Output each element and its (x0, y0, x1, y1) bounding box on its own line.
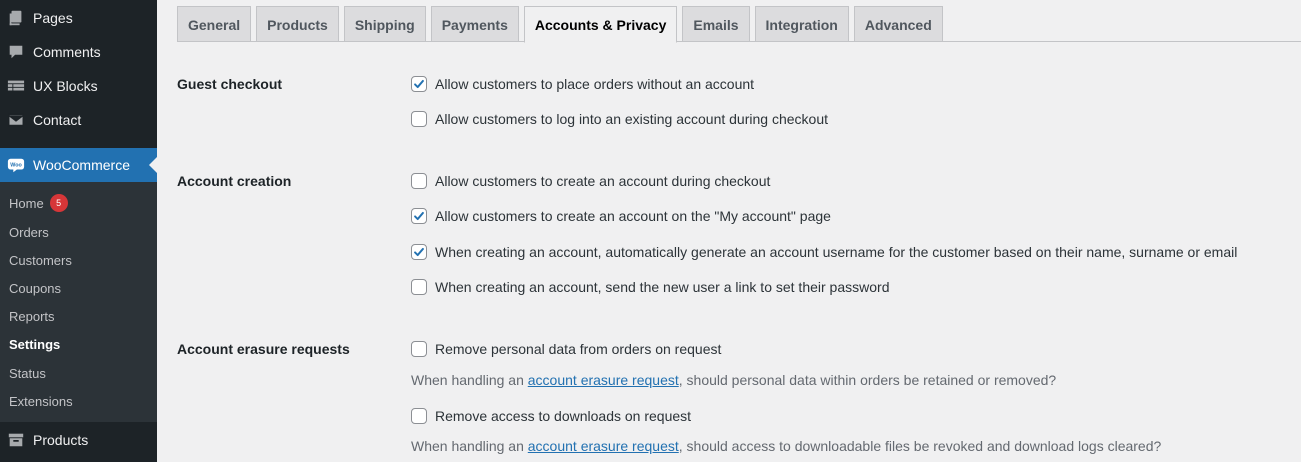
option-send-password-link[interactable]: When creating an account, send the new u… (411, 279, 889, 295)
submenu-item-status[interactable]: Status (9, 363, 46, 383)
checkbox[interactable] (411, 111, 427, 127)
menu-item-comments[interactable]: Comments (0, 35, 157, 69)
submenu-item-home[interactable]: Home 5 (9, 193, 68, 213)
tab-general[interactable]: General (177, 6, 252, 42)
menu-item-label: WooCommerce (33, 157, 130, 173)
submenu-item-extensions[interactable]: Extensions (9, 391, 73, 411)
notification-badge: 5 (49, 194, 68, 212)
guest-checkout-label: Guest checkout (177, 76, 283, 92)
menu-item-pages[interactable]: Pages (0, 1, 157, 35)
comments-icon (6, 42, 26, 62)
erasure-downloads-description: When handling an account erasure request… (411, 438, 1162, 454)
svg-text:Woo: Woo (10, 162, 22, 168)
checkbox[interactable] (411, 244, 427, 260)
submenu-item-orders[interactable]: Orders (9, 222, 49, 242)
woocommerce-submenu: Home 5 Orders Customers Coupons Reports … (0, 182, 157, 422)
menu-item-products[interactable]: Products (0, 423, 157, 457)
account-erasure-label: Account erasure requests (177, 341, 350, 357)
tab-emails[interactable]: Emails (682, 6, 750, 42)
menu-item-label: Contact (33, 112, 82, 128)
option-guest-login[interactable]: Allow customers to log into an existing … (411, 111, 828, 127)
archive-icon (6, 430, 26, 450)
settings-tabs: General Products Shipping Payments Accou… (177, 6, 948, 43)
tab-accounts-privacy[interactable]: Accounts & Privacy (523, 6, 678, 43)
admin-sidebar: Pages Comments UX Blocks Contact Woo Woo… (0, 0, 157, 462)
submenu-item-settings[interactable]: Settings (9, 334, 60, 354)
account-erasure-request-link[interactable]: account erasure request (528, 438, 679, 454)
account-creation-label: Account creation (177, 173, 292, 189)
pages-icon (6, 8, 26, 28)
tab-products[interactable]: Products (256, 6, 339, 42)
submenu-item-reports[interactable]: Reports (9, 306, 55, 326)
menu-item-label: UX Blocks (33, 78, 98, 94)
checkmark-icon (414, 211, 424, 221)
option-create-my-account[interactable]: Allow customers to create an account on … (411, 208, 831, 224)
envelope-icon (6, 110, 26, 130)
checkbox[interactable] (411, 408, 427, 424)
checkmark-icon (414, 79, 424, 89)
menu-item-label: Comments (33, 44, 101, 60)
tab-divider (177, 41, 1301, 42)
option-remove-downloads[interactable]: Remove access to downloads on request (411, 408, 691, 424)
tab-advanced[interactable]: Advanced (853, 6, 943, 42)
option-create-at-checkout[interactable]: Allow customers to create an account dur… (411, 173, 770, 189)
tab-payments[interactable]: Payments (430, 6, 519, 42)
checkbox[interactable] (411, 208, 427, 224)
checkbox[interactable] (411, 76, 427, 92)
checkbox[interactable] (411, 279, 427, 295)
option-remove-order-data[interactable]: Remove personal data from orders on requ… (411, 341, 721, 357)
account-erasure-request-link[interactable]: account erasure request (528, 372, 679, 388)
erasure-orders-description: When handling an account erasure request… (411, 372, 1057, 388)
menu-item-ux-blocks[interactable]: UX Blocks (0, 69, 157, 103)
tab-integration[interactable]: Integration (754, 6, 849, 42)
woocommerce-icon: Woo (6, 155, 26, 175)
ux-blocks-icon (6, 76, 26, 96)
checkbox[interactable] (411, 341, 427, 357)
menu-item-label: Pages (33, 10, 73, 26)
menu-item-contact[interactable]: Contact (0, 103, 157, 137)
tab-shipping[interactable]: Shipping (343, 6, 426, 42)
menu-item-woocommerce[interactable]: Woo WooCommerce (0, 148, 157, 182)
checkmark-icon (414, 247, 424, 257)
submenu-item-coupons[interactable]: Coupons (9, 278, 61, 298)
option-generate-username[interactable]: When creating an account, automatically … (411, 244, 1237, 260)
submenu-item-customers[interactable]: Customers (9, 250, 72, 270)
option-guest-orders[interactable]: Allow customers to place orders without … (411, 76, 754, 92)
menu-item-label: Products (33, 432, 89, 448)
checkbox[interactable] (411, 173, 427, 189)
